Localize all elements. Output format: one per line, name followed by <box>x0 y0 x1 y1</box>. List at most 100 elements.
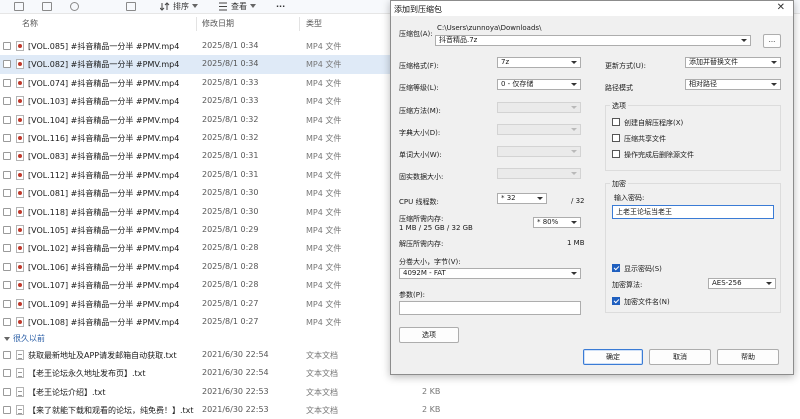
params-input[interactable] <box>399 301 581 315</box>
group-label: 很久以前 <box>13 334 45 343</box>
row-checkbox[interactable] <box>3 42 11 50</box>
video-file-icon <box>16 225 24 235</box>
close-icon[interactable]: ✕ <box>777 2 785 14</box>
table-row[interactable]: 获取最新地址及APP请发邮箱自动获取.txt 2021/6/30 22:54 文本文… <box>0 346 440 365</box>
memory-percent-select[interactable]: * 80% <box>533 217 581 228</box>
solid-label: 固实数据大小: <box>399 173 444 181</box>
column-header-date[interactable]: 修改日期 <box>202 18 234 32</box>
more-label: ··· <box>276 1 286 11</box>
password-input[interactable]: 上老王论坛当老王 <box>612 205 774 219</box>
ok-button[interactable]: 确定 <box>583 349 643 365</box>
table-row[interactable]: [VOL.103] #抖音精品一分半 #PMV.mp4 2025/8/1 0:33… <box>0 92 390 111</box>
row-checkbox[interactable] <box>3 78 11 87</box>
encrypt-names-checkbox[interactable] <box>612 297 620 305</box>
paste-icon[interactable] <box>14 0 24 12</box>
column-header-type[interactable]: 类型 <box>306 18 322 32</box>
row-checkbox[interactable] <box>3 115 11 124</box>
row-checkbox[interactable] <box>3 387 11 396</box>
chevron-down-icon <box>771 61 777 64</box>
table-row[interactable]: [VOL.116] #抖音精品一分半 #PMV.mp4 2025/8/1 0:32… <box>0 129 390 148</box>
chevron-down-icon[interactable] <box>741 39 747 42</box>
show-password-checkbox[interactable] <box>612 264 620 272</box>
column-divider[interactable] <box>196 17 197 31</box>
column-divider[interactable] <box>299 17 300 31</box>
word-select <box>497 146 581 157</box>
file-type: MP4 文件 <box>306 170 342 180</box>
row-checkbox[interactable] <box>3 369 11 378</box>
chevron-down-icon <box>571 128 577 131</box>
file-type: MP4 文件 <box>306 97 342 107</box>
archive-name-combo[interactable]: 抖音精品.7z <box>435 35 751 46</box>
rename-icon[interactable] <box>42 0 52 12</box>
level-select[interactable]: 0 - 仅存储 <box>497 79 581 90</box>
table-row[interactable]: 【老王论坛永久地址发布页】.txt2021/6/30 22:54文本文档1 KB <box>0 364 440 383</box>
table-row[interactable]: [VOL.112] #抖音精品一分半 #PMV.mp4 2025/8/1 0:31… <box>0 166 390 185</box>
encrypt-names-label[interactable]: 加密文件名(N) <box>624 297 670 307</box>
row-checkbox[interactable] <box>3 244 11 253</box>
memory-percent-value: * 80% <box>537 218 559 226</box>
pathmode-select[interactable]: 相对路径 <box>685 79 781 90</box>
table-row[interactable]: [VOL.108] #抖音精品一分半 #PMV.mp4 2025/8/1 0:27… <box>0 313 390 332</box>
format-label: 压缩格式(F): <box>399 62 439 70</box>
delete-after-label[interactable]: 操作完成后删除源文件 <box>624 150 694 160</box>
row-checkbox[interactable] <box>3 262 11 271</box>
row-checkbox[interactable] <box>3 189 11 198</box>
table-row[interactable]: [VOL.102] #抖音精品一分半 #PMV.mp4 2025/8/1 0:28… <box>0 239 390 258</box>
row-checkbox[interactable] <box>3 60 11 69</box>
row-checkbox[interactable] <box>3 170 11 179</box>
row-checkbox[interactable] <box>3 406 11 415</box>
options-button[interactable]: 选项 <box>399 327 459 343</box>
table-row[interactable]: [VOL.083] #抖音精品一分半 #PMV.mp4 2025/8/1 0:31… <box>0 147 390 166</box>
table-row[interactable]: [VOL.109] #抖音精品一分半 #PMV.mp4 2025/8/1 0:27… <box>0 295 390 314</box>
chevron-down-icon <box>571 106 577 109</box>
help-button[interactable]: 帮助 <box>717 349 779 365</box>
format-select[interactable]: 7z <box>497 57 581 68</box>
memory-compress-detail: 1 MB / 25 GB / 32 GB <box>399 224 473 232</box>
row-checkbox[interactable] <box>3 134 11 142</box>
table-row[interactable]: [VOL.074] #抖音精品一分半 #PMV.mp4 2025/8/1 0:33… <box>0 74 390 93</box>
dialog-titlebar[interactable]: 添加到压缩包 ✕ <box>391 1 793 16</box>
group-header-long-ago[interactable]: 很久以前 <box>4 333 45 344</box>
delete-icon[interactable] <box>126 0 136 12</box>
table-row[interactable]: [VOL.118] #抖音精品一分半 #PMV.mp4 2025/8/1 0:30… <box>0 203 390 222</box>
row-checkbox[interactable] <box>3 152 11 161</box>
shared-files-checkbox[interactable] <box>612 134 620 142</box>
table-row[interactable]: [VOL.107] #抖音精品一分半 #PMV.mp4 2025/8/1 0:28… <box>0 276 390 295</box>
view-button[interactable]: 查看 <box>218 0 256 12</box>
table-row[interactable]: [VOL.085] #抖音精品一分半 #PMV.mp4 2025/8/1 0:34… <box>0 37 390 56</box>
browse-button[interactable]: ... <box>763 34 781 48</box>
column-header-name[interactable]: 名称 <box>22 18 38 32</box>
table-row[interactable]: [VOL.105] #抖音精品一分半 #PMV.mp4 2025/8/1 0:29… <box>0 221 390 240</box>
row-checkbox[interactable] <box>3 207 11 216</box>
sort-button[interactable]: 排序 <box>160 0 198 12</box>
share-icon[interactable] <box>70 0 79 12</box>
delete-after-checkbox[interactable] <box>612 150 620 158</box>
table-row[interactable]: [VOL.082] #抖音精品一分半 #PMV.mp4 2025/8/1 0:34… <box>0 55 390 75</box>
table-row[interactable]: 【老王论坛介绍】.txt 2021/6/30 22:53 文本文档 2 KB <box>0 383 440 402</box>
row-checkbox[interactable] <box>3 226 11 234</box>
chevron-down-icon <box>771 83 777 86</box>
table-row[interactable]: [VOL.106] #抖音精品一分半 #PMV.mp4 2025/8/1 0:28… <box>0 258 390 277</box>
row-checkbox[interactable] <box>3 299 11 308</box>
show-password-label[interactable]: 显示密码(S) <box>624 264 662 274</box>
row-checkbox[interactable] <box>3 97 11 106</box>
table-row[interactable]: 【来了就能下载和观看的论坛，纯免费！】.txt 2021/6/30 22:53 文本… <box>0 401 440 419</box>
update-select[interactable]: 添加并替换文件 <box>685 57 781 68</box>
threads-select[interactable]: * 32 <box>497 193 547 204</box>
more-button[interactable]: ··· <box>276 0 285 12</box>
sfx-checkbox[interactable] <box>612 118 620 126</box>
file-type: MP4 文件 <box>306 262 342 272</box>
video-file-icon <box>16 114 24 125</box>
sfx-label[interactable]: 创建自解压程序(X) <box>624 118 683 128</box>
row-checkbox[interactable] <box>3 281 11 290</box>
row-checkbox[interactable] <box>3 318 11 326</box>
cancel-button[interactable]: 取消 <box>649 349 711 365</box>
split-combo[interactable]: 4092M - FAT <box>399 268 581 279</box>
table-row[interactable]: [VOL.104] #抖音精品一分半 #PMV.mp4 2025/8/1 0:32… <box>0 111 390 130</box>
shared-files-label[interactable]: 压缩共享文件 <box>624 134 666 144</box>
pathmode-label: 路径模式 <box>605 84 633 92</box>
table-row[interactable]: [VOL.081] #抖音精品一分半 #PMV.mp4 2025/8/1 0:30… <box>0 184 390 203</box>
video-file-icon <box>16 261 24 272</box>
row-checkbox[interactable] <box>3 351 11 359</box>
encryption-method-select[interactable]: AES-256 <box>708 278 776 289</box>
